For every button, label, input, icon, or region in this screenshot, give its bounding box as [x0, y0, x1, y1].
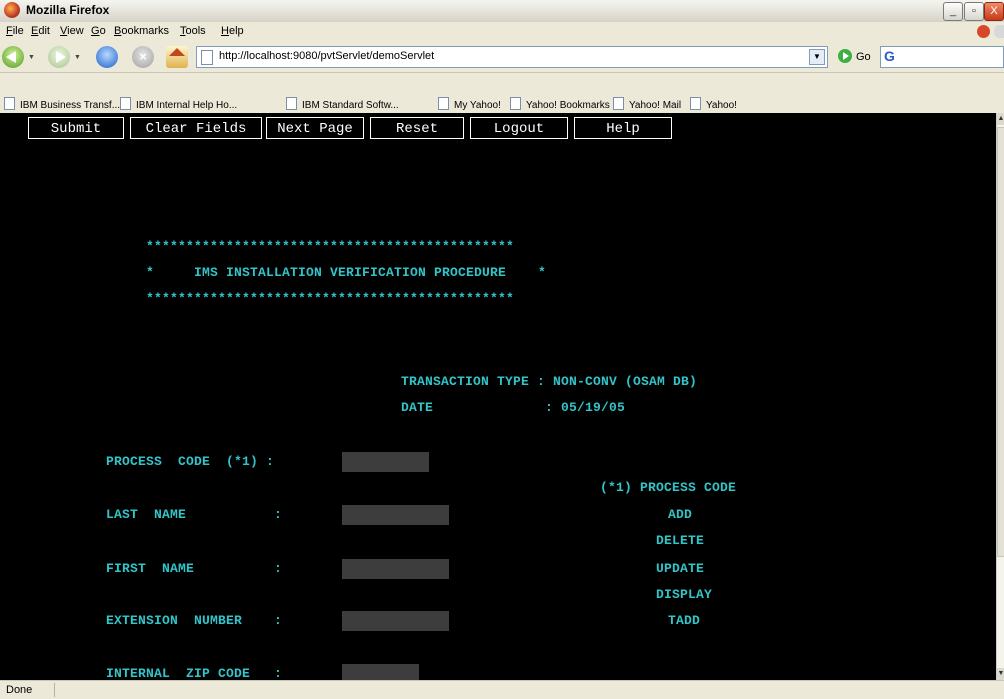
banner-title: * IMS INSTALLATION VERIFICATION PROCEDUR…: [146, 265, 547, 280]
bookmark-item[interactable]: IBM Internal Help Ho...: [120, 97, 237, 111]
last-name-label: LAST NAME :: [106, 507, 283, 522]
search-input[interactable]: G: [880, 46, 1004, 68]
navigation-toolbar: ▼ ▼ × http://localhost:9080/pvtServlet/d…: [0, 42, 1004, 73]
status-bar: Done: [0, 680, 1004, 699]
process-code-add: ADD: [668, 507, 693, 522]
window-title: Mozilla Firefox: [26, 3, 110, 17]
home-button[interactable]: [166, 46, 188, 68]
help-button[interactable]: Help: [574, 117, 672, 139]
bookmark-icon: [510, 97, 521, 110]
first-name-label: FIRST NAME :: [106, 561, 283, 576]
bookmark-icon: [613, 97, 624, 110]
maximize-button[interactable]: ▫: [964, 2, 984, 21]
bookmark-icon: [4, 97, 15, 110]
menu-edit[interactable]: Edit: [31, 25, 50, 37]
next-page-button[interactable]: Next Page: [266, 117, 364, 139]
date-display: DATE : 05/19/05: [401, 400, 626, 415]
scroll-down-icon[interactable]: ▼: [997, 668, 1004, 680]
clear-fields-button[interactable]: Clear Fields: [130, 117, 262, 139]
stop-loading-icon[interactable]: [977, 25, 990, 38]
menu-tools[interactable]: Tools: [180, 25, 206, 37]
first-name-field[interactable]: [342, 559, 449, 579]
page-content: Submit Clear Fields Next Page Reset Logo…: [0, 113, 996, 680]
address-bar[interactable]: http://localhost:9080/pvtServlet/demoSer…: [196, 46, 828, 68]
go-button[interactable]: Go: [856, 51, 871, 63]
menu-help[interactable]: Help: [221, 25, 244, 37]
internal-zip-code-label: INTERNAL ZIP CODE :: [106, 666, 283, 680]
menu-go[interactable]: Go: [91, 25, 106, 37]
extension-number-label: EXTENSION NUMBER :: [106, 613, 283, 628]
process-code-tadd: TADD: [668, 613, 701, 628]
throbber-icon: [994, 25, 1004, 38]
menu-file[interactable]: File: [6, 25, 24, 37]
process-code-field[interactable]: [342, 452, 429, 472]
logout-button[interactable]: Logout: [470, 117, 568, 139]
bookmark-item[interactable]: IBM Business Transf...: [4, 97, 120, 111]
menu-bar: File Edit View Go Bookmarks Tools Help: [0, 22, 1004, 42]
go-icon[interactable]: [838, 49, 852, 63]
status-text: Done: [6, 684, 33, 696]
back-button[interactable]: [2, 46, 24, 68]
scroll-up-icon[interactable]: ▲: [997, 113, 1004, 125]
reset-button[interactable]: Reset: [370, 117, 464, 139]
page-icon: [201, 50, 213, 65]
stop-button[interactable]: ×: [132, 46, 154, 68]
back-dropdown-icon[interactable]: ▼: [28, 54, 35, 61]
bookmark-icon: [690, 97, 701, 110]
bookmark-item[interactable]: Yahoo!: [690, 97, 737, 111]
forward-dropdown-icon[interactable]: ▼: [74, 54, 81, 61]
bookmark-item[interactable]: Yahoo! Bookmarks: [510, 97, 610, 111]
menu-view[interactable]: View: [60, 25, 84, 37]
extension-number-field[interactable]: [342, 611, 449, 631]
process-code-legend-title: (*1) PROCESS CODE: [600, 480, 737, 495]
process-code-delete: DELETE: [656, 533, 705, 548]
minimize-button[interactable]: _: [943, 2, 963, 21]
forward-button[interactable]: [48, 46, 70, 68]
bookmark-item[interactable]: IBM Standard Softw...: [286, 97, 399, 111]
close-button[interactable]: X: [984, 2, 1004, 21]
search-engine-icon[interactable]: G: [884, 48, 895, 64]
reload-button[interactable]: [96, 46, 118, 68]
process-code-label: PROCESS CODE (*1) :: [106, 454, 275, 469]
bookmark-icon: [438, 97, 449, 110]
banner-border-top: ****************************************…: [146, 239, 515, 254]
transaction-type: TRANSACTION TYPE : NON-CONV (OSAM DB): [401, 374, 698, 389]
internal-zip-code-field[interactable]: [342, 664, 419, 680]
bookmark-item[interactable]: Yahoo! Mail: [613, 97, 681, 111]
url-text[interactable]: http://localhost:9080/pvtServlet/demoSer…: [219, 50, 434, 62]
firefox-icon: [4, 2, 20, 18]
process-code-update: UPDATE: [656, 561, 705, 576]
submit-button[interactable]: Submit: [28, 117, 124, 139]
process-code-display: DISPLAY: [656, 587, 713, 602]
vertical-scrollbar[interactable]: ▲ ▼: [996, 113, 1004, 680]
status-divider: [54, 683, 55, 697]
bookmarks-toolbar: IBM Business Transf... IBM Internal Help…: [0, 93, 1004, 114]
bookmark-icon: [286, 97, 297, 110]
scrollbar-thumb[interactable]: [997, 127, 1004, 557]
title-bar: Mozilla Firefox _ ▫ X: [0, 0, 1004, 23]
bookmark-item[interactable]: My Yahoo!: [438, 97, 501, 111]
bookmark-icon: [120, 97, 131, 110]
last-name-field[interactable]: [342, 505, 449, 525]
url-dropdown-icon[interactable]: ▼: [809, 49, 825, 65]
menu-bookmarks[interactable]: Bookmarks: [114, 25, 169, 37]
banner-border-bottom: ****************************************…: [146, 291, 515, 306]
